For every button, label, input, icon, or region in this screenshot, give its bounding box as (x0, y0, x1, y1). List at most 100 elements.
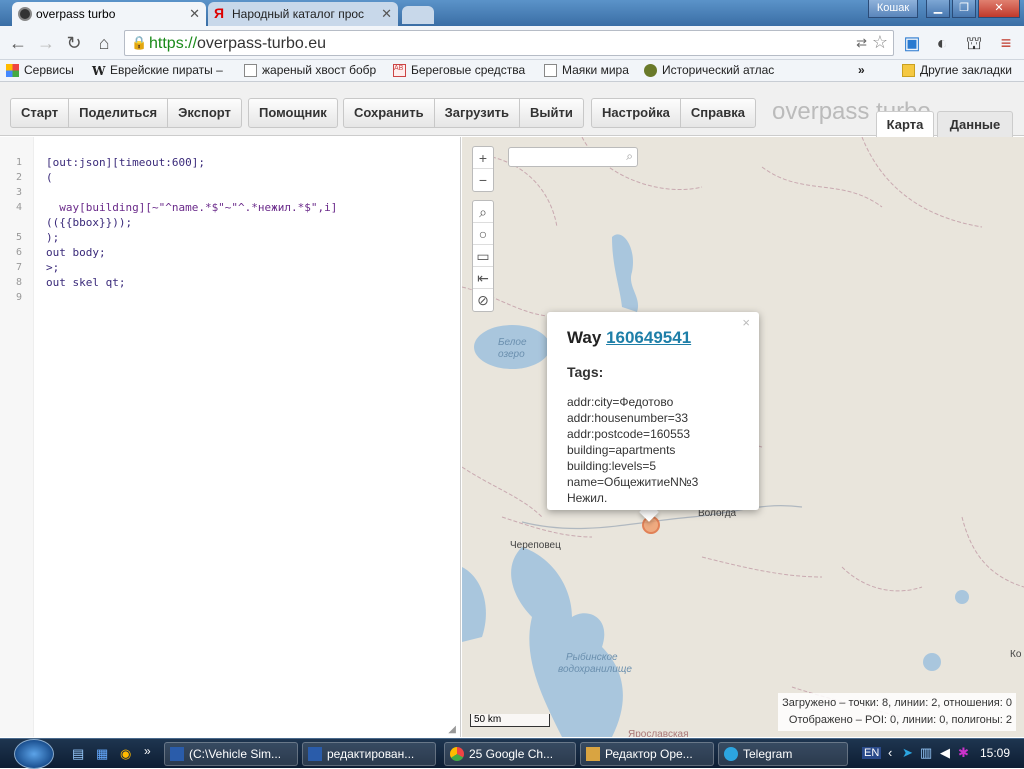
map-view[interactable]: + − ⌕ ○ ▭ ⇤ ⊘ ⌕ Белое озеро Череповец Во… (462, 137, 1024, 737)
taskbar-item[interactable]: Telegram (718, 742, 848, 766)
back-icon[interactable]: ← (8, 33, 28, 53)
close-window-icon[interactable]: ✕ (978, 0, 1020, 18)
stats-loaded: Загружено – точки: 8, линии: 2, отношени… (782, 697, 1012, 709)
line-number: 7 (15, 262, 22, 273)
lake-small (955, 590, 969, 604)
maximize-icon[interactable]: ❐ (952, 0, 976, 18)
extension-icon[interactable]: ▣ (902, 33, 922, 53)
language-indicator[interactable]: EN (862, 747, 882, 759)
search-icon[interactable]: ⌕ (473, 201, 493, 223)
tab-yandex-catalog[interactable]: Я Народный каталог прос ✕ (208, 2, 398, 26)
reload-icon[interactable]: ↻ (64, 33, 84, 53)
wikipedia-icon: W (92, 64, 106, 78)
taskbar-item[interactable]: (C:\Vehicle Sim... (164, 742, 298, 766)
code-line: out skel qt; (46, 276, 126, 289)
start-button[interactable] (14, 739, 54, 769)
save-button[interactable]: Сохранить (344, 99, 435, 127)
lake-small-2 (923, 653, 941, 671)
bookmark-item[interactable]: Исторический атлас (644, 63, 774, 77)
tray-expand-icon[interactable]: ‹ (888, 745, 892, 760)
profile-button[interactable]: Кошак (868, 0, 918, 18)
url-host: overpass-turbo.eu (197, 35, 326, 52)
zoom-out-button[interactable]: − (473, 169, 493, 191)
map-label-edge: Ко (1010, 649, 1022, 660)
tab-map[interactable]: Карта (876, 111, 934, 137)
settings-button[interactable]: Настройка (592, 99, 681, 127)
bookmark-item[interactable]: жареный хвост бобр (244, 63, 376, 77)
translate-icon[interactable]: ⇄ (856, 35, 867, 51)
line-number: 6 (15, 247, 22, 258)
clear-icon[interactable]: ⊘ (473, 289, 493, 311)
museum-icon[interactable]: ⛫ (964, 33, 984, 53)
show-desktop-icon[interactable]: ▤ (72, 746, 84, 762)
rybinsk-reservoir (511, 547, 623, 737)
menu-icon[interactable]: ≡ (996, 33, 1016, 53)
export-button[interactable]: Экспорт (168, 99, 241, 127)
bluetooth-icon[interactable]: ✱ (958, 745, 969, 761)
taskbar-item[interactable]: редактирован... (302, 742, 436, 766)
apps-icon (6, 64, 19, 77)
bookmark-item[interactable]: W Еврейские пираты – (92, 63, 223, 78)
zoom-data-icon[interactable]: ⇤ (473, 267, 493, 289)
line-number: 9 (15, 292, 22, 303)
chrome-icon (450, 747, 464, 761)
map-label-lake: Белое (498, 337, 527, 348)
taskbar-item[interactable]: Редактор Оре... (580, 742, 714, 766)
line-number: 3 (15, 187, 22, 198)
browser-titlebar: overpass turbo ✕ Я Народный каталог прос… (0, 0, 1024, 26)
bookmark-star-icon[interactable]: ☆ (872, 32, 888, 53)
line-number: 2 (15, 172, 22, 183)
address-bar[interactable]: 🔒 https://overpass-turbo.eu ⇄ ☆ (124, 30, 894, 56)
stats-shown: Отображено – POI: 0, линии: 0, полигоны:… (788, 714, 1012, 726)
extension-2-icon[interactable]: ◐ (932, 33, 952, 53)
run-button[interactable]: Старт (11, 99, 70, 127)
network-icon[interactable]: ▥ (920, 745, 932, 761)
home-icon[interactable]: ⌂ (94, 33, 114, 53)
wizard-button[interactable]: Помощник (249, 99, 337, 127)
clock[interactable]: 15:09 (980, 746, 1010, 760)
other-bookmarks-folder[interactable]: Другие закладки (902, 63, 1012, 77)
tab-overpass-turbo[interactable]: overpass turbo ✕ (12, 2, 206, 26)
popup-title: Way 160649541 (567, 328, 692, 347)
query-editor[interactable]: 1 2 3 4 5 6 7 8 9 [out:json][timeout:600… (0, 137, 461, 737)
load-button[interactable]: Загрузить (435, 99, 521, 127)
line-number: 8 (15, 277, 22, 288)
resize-handle-icon[interactable]: ◢ (448, 724, 456, 735)
minimize-icon[interactable]: ▁ (926, 0, 950, 18)
forward-icon[interactable]: → (36, 33, 56, 53)
folder-icon (902, 64, 915, 77)
zoom-control: + − (472, 146, 494, 192)
help-button[interactable]: Справка (681, 99, 755, 127)
data-stats: Загружено – точки: 8, линии: 2, отношени… (778, 693, 1016, 731)
code-line: out body; (46, 246, 106, 259)
way-id-link[interactable]: 160649541 (606, 328, 691, 347)
quicklaunch-more-icon[interactable]: » (144, 744, 151, 758)
map-tools: ⌕ ○ ▭ ⇤ ⊘ (472, 200, 494, 312)
tab-data[interactable]: Данные (937, 111, 1013, 137)
quicklaunch-icon[interactable]: ▦ (96, 746, 108, 762)
url-scheme: https:// (149, 35, 198, 52)
bookmarks-overflow-icon[interactable]: » (858, 63, 865, 77)
share-button[interactable]: Поделиться (69, 99, 169, 127)
scale-bar: 50 km (470, 714, 550, 727)
map-search-input[interactable]: ⌕ (508, 147, 638, 167)
image-icon[interactable]: ▭ (473, 245, 493, 267)
bookmarks-bar: Сервисы W Еврейские пираты – жареный хвос… (0, 60, 1024, 82)
bookmark-item[interactable]: Маяки мира (544, 63, 629, 77)
close-tab-icon[interactable]: ✕ (189, 6, 200, 22)
map-label-reservoir: Рыбинское (566, 652, 618, 663)
volume-icon[interactable]: ◀ (940, 745, 950, 761)
close-tab-icon[interactable]: ✕ (381, 6, 392, 22)
bookmark-item[interactable]: AB Береговые средства (393, 63, 525, 77)
chrome-icon[interactable]: ◉ (120, 746, 131, 762)
telegram-tray-icon[interactable]: ➤ (902, 745, 913, 761)
zoom-in-button[interactable]: + (473, 147, 493, 169)
taskbar-item[interactable]: 25 Google Ch... (444, 742, 576, 766)
locate-icon[interactable]: ○ (473, 223, 493, 245)
new-tab-button[interactable] (402, 6, 434, 24)
bookmark-item[interactable]: Сервисы (6, 63, 74, 77)
exit-button[interactable]: Выйти (520, 99, 583, 127)
code-line: [out:json][timeout:600]; (46, 156, 205, 169)
close-icon[interactable]: × (742, 315, 750, 330)
editor-icon (586, 747, 600, 761)
